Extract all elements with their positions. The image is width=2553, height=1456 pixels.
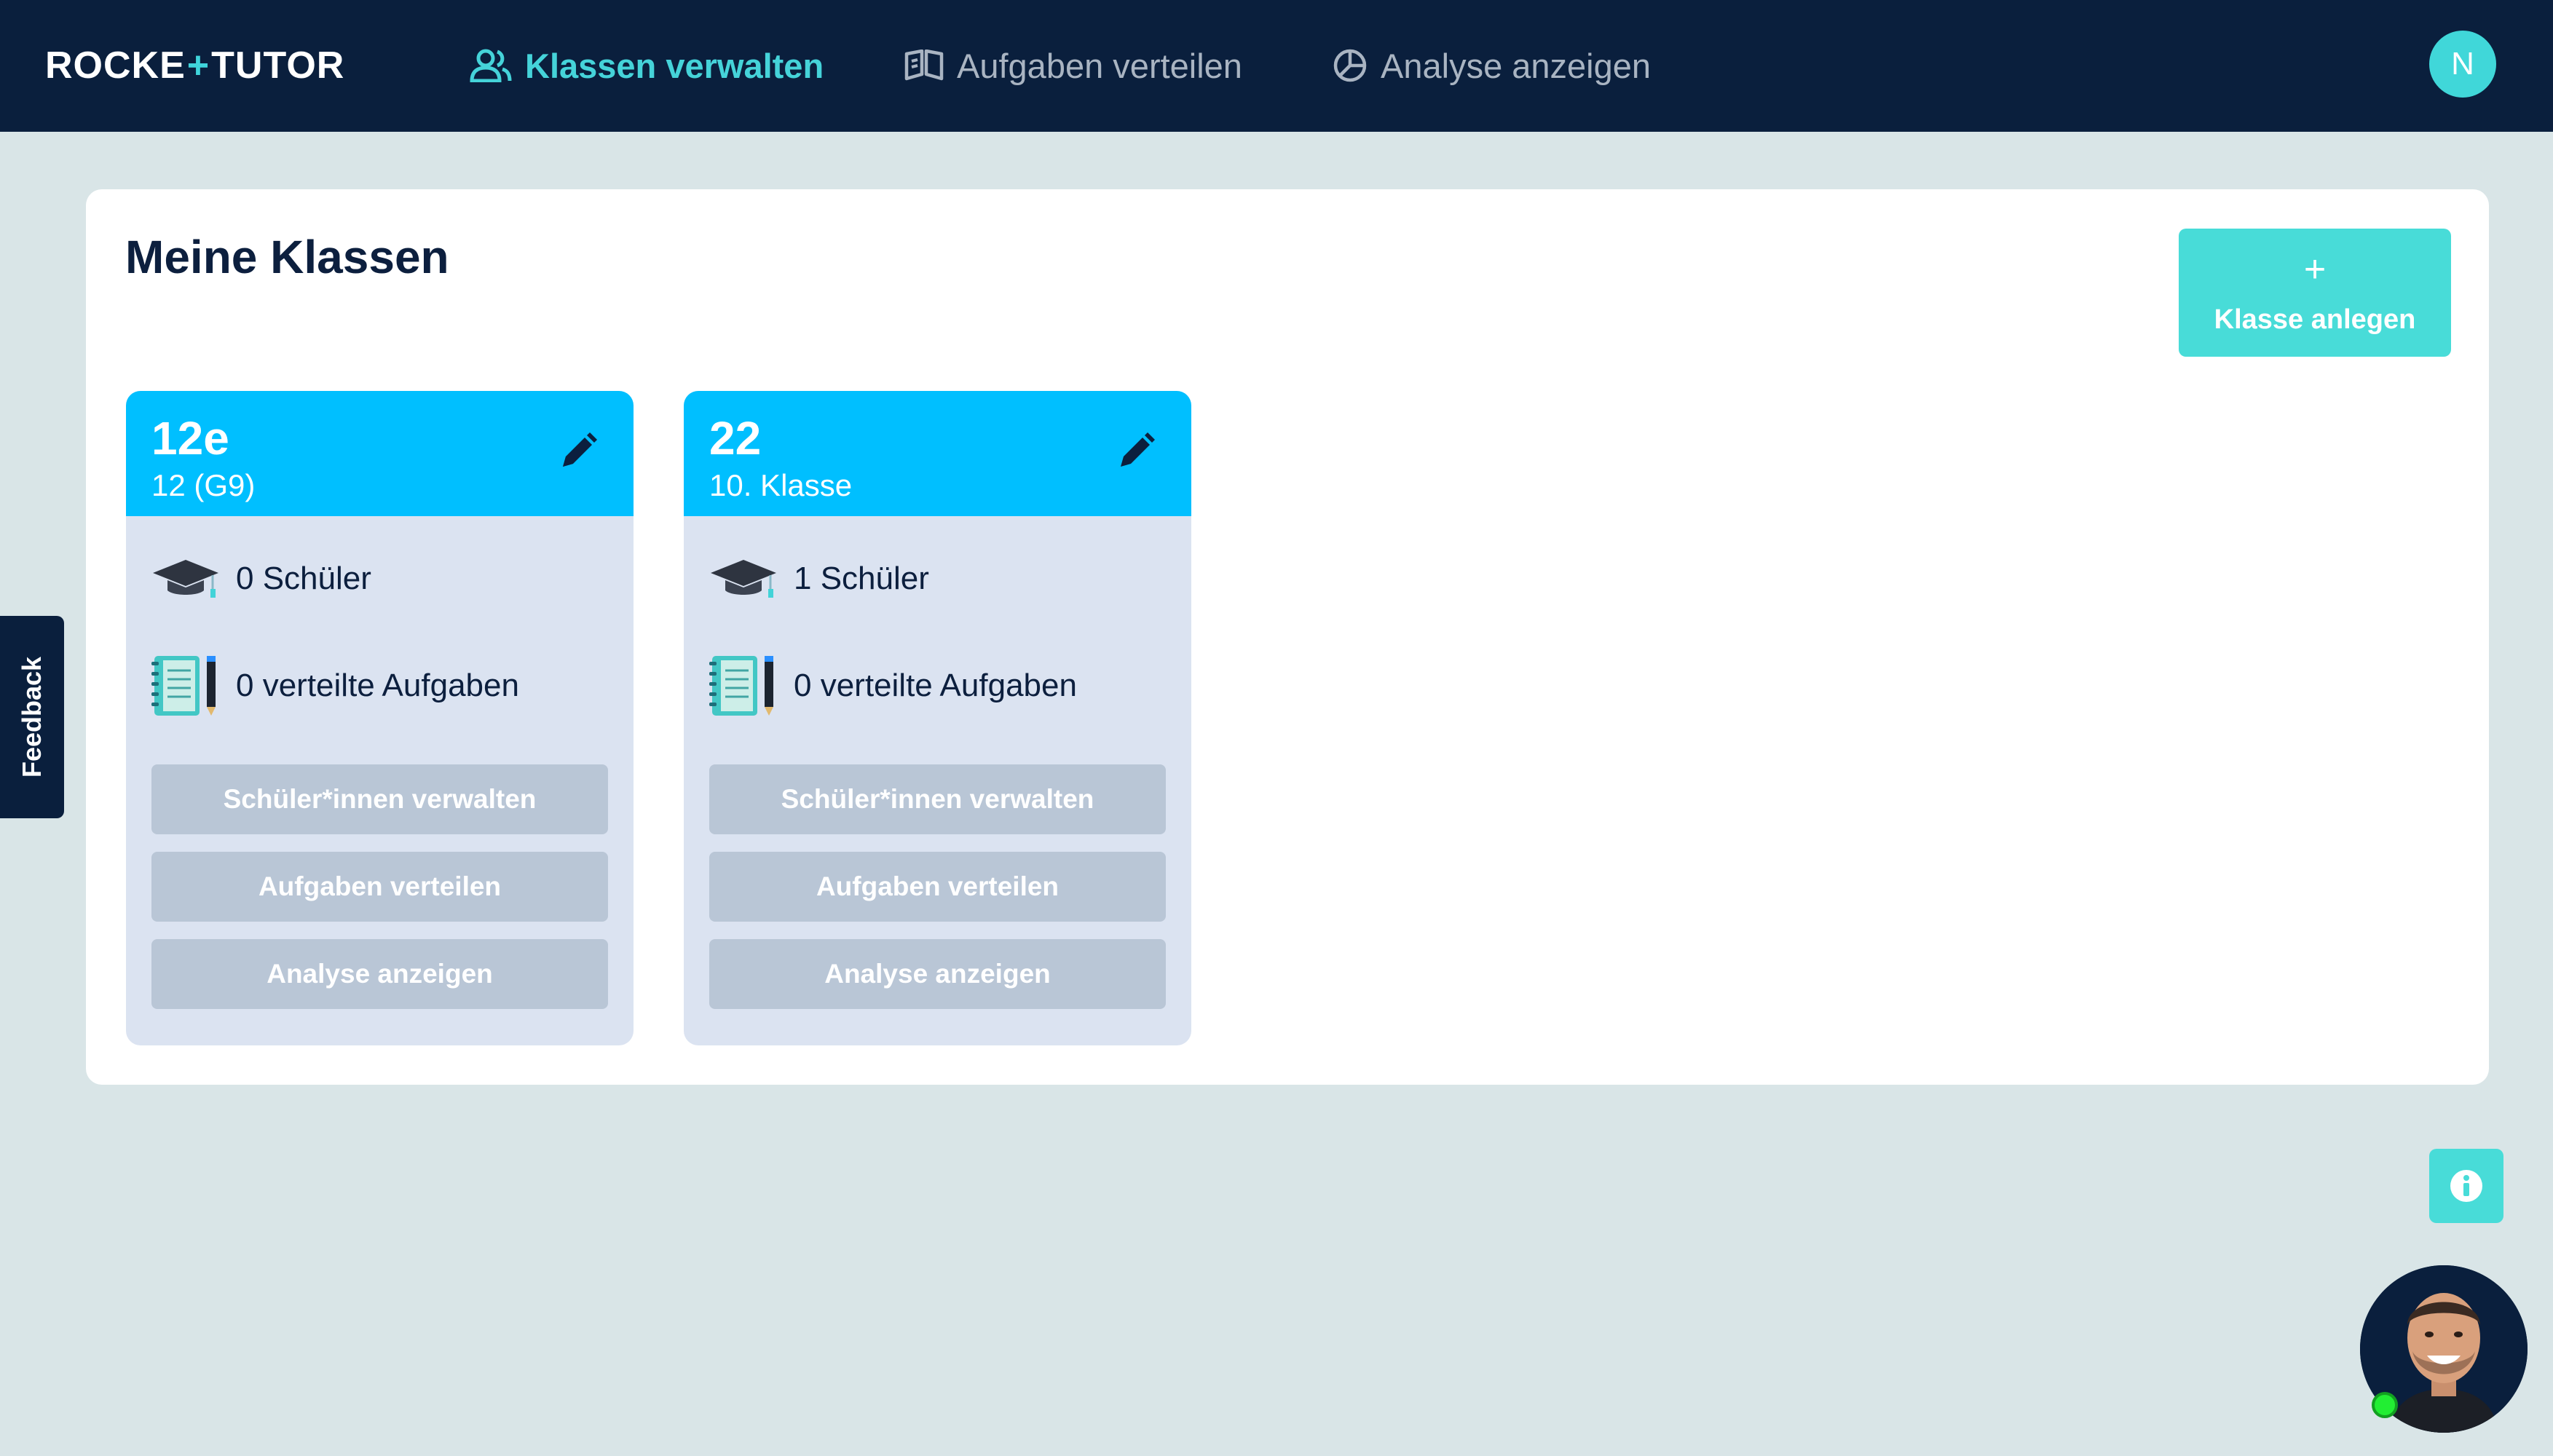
distribute-tasks-button[interactable]: Aufgaben verteilen	[709, 852, 1166, 922]
rocket-tutor-logo[interactable]: ROCKE + TUTO R	[45, 42, 344, 89]
graduation-cap-icon	[711, 560, 776, 598]
distribute-tasks-button[interactable]: Aufgaben verteilen	[151, 852, 608, 922]
add-class-button[interactable]: + Klasse anlegen	[2179, 229, 2451, 357]
feedback-tab[interactable]: Feedback	[0, 616, 64, 818]
info-icon	[2450, 1170, 2482, 1202]
plus-icon: +	[2303, 248, 2327, 290]
show-analysis-button[interactable]: Analyse anzeigen	[709, 939, 1166, 1009]
class-card-header: 22 10. Klasse	[684, 391, 1191, 516]
top-navigation-bar: ROCKE + TUTO R Klassen verwalten Aufgaben v…	[0, 0, 2553, 132]
graduation-cap-icon	[153, 560, 218, 598]
pie-chart-icon	[1333, 49, 1367, 82]
task-count-text: 0 verteilte Aufgaben	[794, 668, 1077, 703]
notebook-pencil-icon	[709, 656, 773, 716]
nav-label: Klassen verwalten	[525, 46, 824, 85]
class-card: 22 10. Klasse 1 Schüler 0 verteilte Aufg…	[684, 391, 1191, 1045]
manage-students-button[interactable]: Schüler*innen verwalten	[151, 764, 608, 834]
class-name: 12e	[151, 412, 229, 464]
nav-aufgaben-verteilen[interactable]: Aufgaben verteilen	[904, 38, 1242, 93]
manage-students-button[interactable]: Schüler*innen verwalten	[709, 764, 1166, 834]
nav-klassen-verwalten[interactable]: Klassen verwalten	[470, 38, 824, 93]
task-count: 0 verteilte Aufgaben	[709, 654, 1077, 717]
student-count: 0 Schüler	[151, 557, 371, 601]
student-count-text: 0 Schüler	[236, 561, 371, 596]
edit-pencil-icon[interactable]	[556, 430, 599, 474]
task-count-text: 0 verteilte Aufgaben	[236, 668, 519, 703]
logo-text-part3: R	[316, 44, 345, 87]
book-icon	[904, 50, 944, 81]
nav-label: Aufgaben verteilen	[957, 46, 1242, 85]
feedback-label: Feedback	[17, 656, 47, 778]
notebook-pencil-icon	[151, 656, 216, 716]
class-subtitle: 10. Klasse	[709, 468, 853, 502]
student-count-text: 1 Schüler	[794, 561, 929, 596]
page-title: Meine Klassen	[125, 231, 449, 283]
add-class-label: Klasse anlegen	[2214, 304, 2416, 335]
class-card-header: 12e 12 (G9)	[126, 391, 634, 516]
class-card: 12e 12 (G9) 0 Schüler 0 verteilte Aufgab…	[126, 391, 634, 1045]
nav-analyse-anzeigen[interactable]: Analyse anzeigen	[1333, 38, 1651, 93]
show-analysis-button[interactable]: Analyse anzeigen	[151, 939, 608, 1009]
class-subtitle: 12 (G9)	[151, 468, 256, 502]
logo-plus: +	[186, 44, 210, 87]
task-count: 0 verteilte Aufgaben	[151, 654, 519, 717]
online-status-indicator	[2372, 1392, 2398, 1418]
info-button[interactable]	[2429, 1149, 2503, 1223]
nav-label: Analyse anzeigen	[1381, 46, 1652, 85]
logo-text-part2: TUTO	[211, 44, 317, 87]
student-count: 1 Schüler	[709, 557, 929, 601]
user-avatar[interactable]: N	[2429, 31, 2496, 98]
edit-pencil-icon[interactable]	[1113, 430, 1157, 474]
main-panel: Meine Klassen + Klasse anlegen 12e 12 (G…	[86, 189, 2489, 1085]
users-icon	[470, 49, 512, 82]
class-name: 22	[709, 412, 762, 464]
logo-text-part1: ROCKE	[45, 44, 186, 87]
